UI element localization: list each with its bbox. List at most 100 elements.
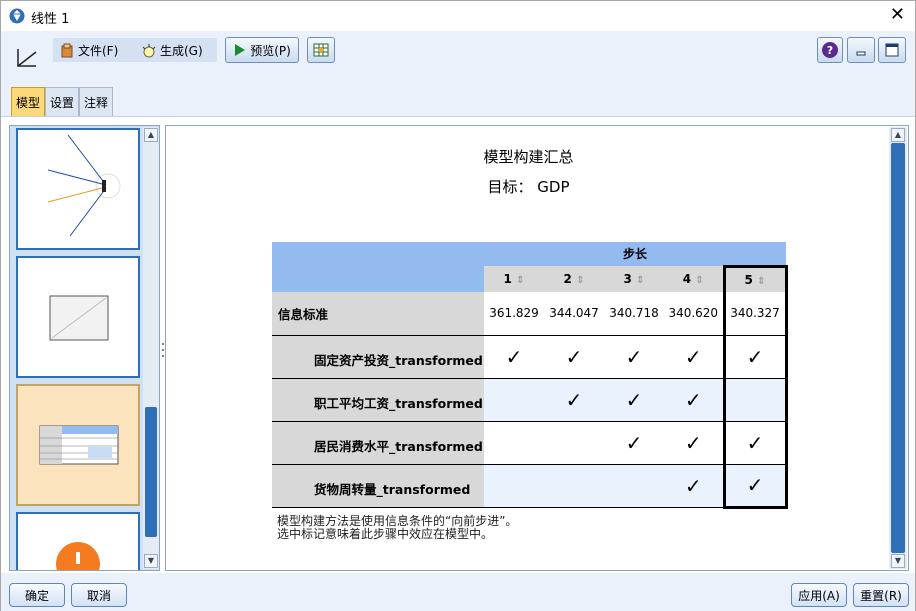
footnote-line: 选中标记意味着此步骤中效应在模型中。 — [277, 527, 494, 541]
effect-name: 职工平均工资_transformed — [314, 395, 483, 411]
sort-arrows-icon[interactable]: ⇕ — [695, 275, 703, 286]
tab-annotation-label: 注释 — [84, 95, 109, 110]
scroll-up-arrow-icon[interactable]: ▲ — [891, 128, 905, 142]
preview-label: 预览(P) — [250, 43, 291, 58]
step-header: 步长 — [484, 242, 786, 266]
ok-button[interactable]: 确定 — [9, 583, 65, 607]
table-export-button[interactable] — [307, 37, 335, 63]
model-building-summary-table: 步长 1 ⇕ 2 ⇕ 3 ⇕ 4 ⇕ 5 ⇕ 信息标准 361.829 344.… — [272, 242, 788, 509]
empty-cell — [484, 378, 544, 422]
window-title: 线性 1 — [31, 12, 70, 27]
thumbnail-effects-view[interactable] — [16, 128, 140, 250]
check-icon: ✓ — [544, 378, 604, 422]
scatter-thumbnail — [49, 295, 109, 341]
criterion-value: 340.718 — [604, 292, 664, 336]
table-icon — [313, 43, 329, 57]
tab-model-label: 模型 — [16, 95, 41, 110]
tab-annotation[interactable]: 注释 — [79, 87, 114, 116]
menu-bar: 文件(F) 生成(G) — [53, 38, 217, 62]
criterion-value: 361.829 — [484, 292, 544, 336]
left-scroll-thumb[interactable] — [145, 407, 157, 537]
empty-cell — [484, 421, 544, 465]
check-icon: ✓ — [604, 378, 664, 422]
play-icon — [235, 44, 246, 56]
check-icon: ✓ — [664, 421, 724, 465]
button-bar: 确定 取消 应用(A) 重置(R) — [1, 573, 915, 611]
target-label: 目标： GDP — [487, 178, 570, 196]
thumbnail-warning-view[interactable] — [16, 512, 140, 570]
help-button[interactable]: ? — [817, 37, 843, 63]
check-icon: ✓ — [722, 464, 788, 509]
reset-label: 重置(R) — [860, 588, 902, 603]
generate-menu[interactable]: 生成(G) — [141, 42, 203, 59]
thumbnail-scatter-view[interactable] — [16, 256, 140, 378]
preview-button[interactable]: 预览(P) — [225, 37, 299, 63]
file-menu-label: 文件(F) — [78, 44, 119, 58]
step-column-header[interactable]: 4 ⇕ — [664, 266, 724, 292]
close-icon[interactable]: ✕ — [890, 5, 905, 25]
right-scroll-thumb[interactable] — [891, 143, 905, 553]
summary-table-thumbnail — [39, 425, 119, 465]
sort-arrows-icon[interactable]: ⇕ — [636, 275, 644, 286]
scroll-up-arrow-icon[interactable]: ▲ — [144, 128, 158, 142]
step-column-header[interactable]: 3 ⇕ — [604, 266, 664, 292]
toolbar-area: 文件(F) 生成(G) 预览(P) ? — [1, 31, 915, 83]
tab-model[interactable]: 模型 — [11, 87, 46, 116]
diamond-app-icon — [9, 8, 25, 24]
left-scrollbar[interactable]: ▲ ▼ — [143, 127, 159, 569]
model-summary-pane: 模型构建汇总 目标： GDP 步长 1 ⇕ 2 ⇕ 3 ⇕ 4 ⇕ 5 ⇕ 信息… — [165, 125, 909, 571]
step-column-header[interactable]: 2 ⇕ — [544, 266, 604, 292]
title-bar: 线性 1 ✕ — [1, 1, 915, 31]
footnote: 模型构建方法是使用信息条件的“向前步进”。 选中标记意味着此步骤中效应在模型中。 — [277, 515, 517, 541]
check-icon: ✓ — [722, 335, 788, 379]
effect-row: 货物周转量_transformed ✓ ✓ — [272, 464, 788, 509]
minimize-button[interactable] — [847, 37, 875, 63]
right-scrollbar[interactable]: ▲ ▼ — [889, 127, 907, 569]
step-column-header[interactable]: 1 ⇕ — [484, 266, 544, 292]
effect-label-cell: 居民消费水平_transformed — [272, 421, 484, 465]
maximize-icon — [885, 43, 899, 57]
cancel-button[interactable]: 取消 — [71, 583, 127, 607]
check-icon: ✓ — [722, 421, 788, 465]
tab-settings[interactable]: 设置 — [45, 87, 80, 116]
effect-name: 固定资产投资_transformed — [314, 352, 483, 368]
apply-label: 应用(A) — [798, 588, 840, 603]
criterion-label: 信息标准 — [272, 292, 484, 336]
effect-label-cell: 职工平均工资_transformed — [272, 378, 484, 422]
scroll-down-arrow-icon[interactable]: ▼ — [144, 554, 158, 568]
criterion-value: 340.620 — [664, 292, 724, 336]
check-icon: ✓ — [544, 335, 604, 379]
criterion-value: 344.047 — [544, 292, 604, 336]
sort-arrows-icon[interactable]: ⇕ — [516, 275, 524, 286]
thumbnail-summary-view[interactable] — [16, 384, 140, 506]
tab-settings-label: 设置 — [50, 95, 75, 110]
model-window: 线性 1 ✕ 文件(F) 生成(G) 预览(P) ? 模型 设置 注释 ▲ ▼ … — [0, 0, 916, 611]
effect-row: 效应 固定资产投资_transformed ✓ ✓ ✓ ✓ ✓ — [272, 335, 788, 433]
minimize-icon — [856, 51, 866, 56]
effects-diagram-thumbnail — [47, 134, 121, 237]
effect-name: 居民消费水平_transformed — [314, 438, 483, 454]
check-icon: ✓ — [484, 335, 544, 379]
apply-button[interactable]: 应用(A) — [791, 583, 847, 607]
maximize-button[interactable] — [878, 37, 906, 63]
ok-label: 确定 — [24, 588, 49, 603]
generate-menu-label: 生成(G) — [160, 44, 203, 58]
check-icon: ✓ — [664, 464, 724, 508]
empty-cell — [484, 464, 544, 508]
generate-icon — [142, 43, 156, 57]
criterion-row: 信息标准 361.829 344.047 340.718 340.620 340… — [272, 292, 788, 336]
step-column-header-selected[interactable]: 5 ⇕ — [722, 264, 788, 292]
svg-text:?: ? — [827, 44, 833, 57]
sort-arrows-icon[interactable]: ⇕ — [576, 275, 584, 286]
warning-thumbnail — [56, 542, 100, 570]
scroll-down-arrow-icon[interactable]: ▼ — [891, 554, 905, 568]
empty-cell — [544, 421, 604, 465]
effect-name: 货物周转量_transformed — [314, 481, 471, 497]
corner-header-cell — [272, 242, 484, 292]
cancel-label: 取消 — [86, 588, 111, 603]
reset-button[interactable]: 重置(R) — [853, 583, 909, 607]
effect-row: 职工平均工资_transformed ✓ ✓ ✓ — [272, 378, 788, 422]
sort-arrows-icon[interactable]: ⇕ — [757, 276, 765, 287]
file-menu[interactable]: 文件(F) — [59, 42, 118, 59]
check-icon: ✓ — [604, 335, 664, 379]
